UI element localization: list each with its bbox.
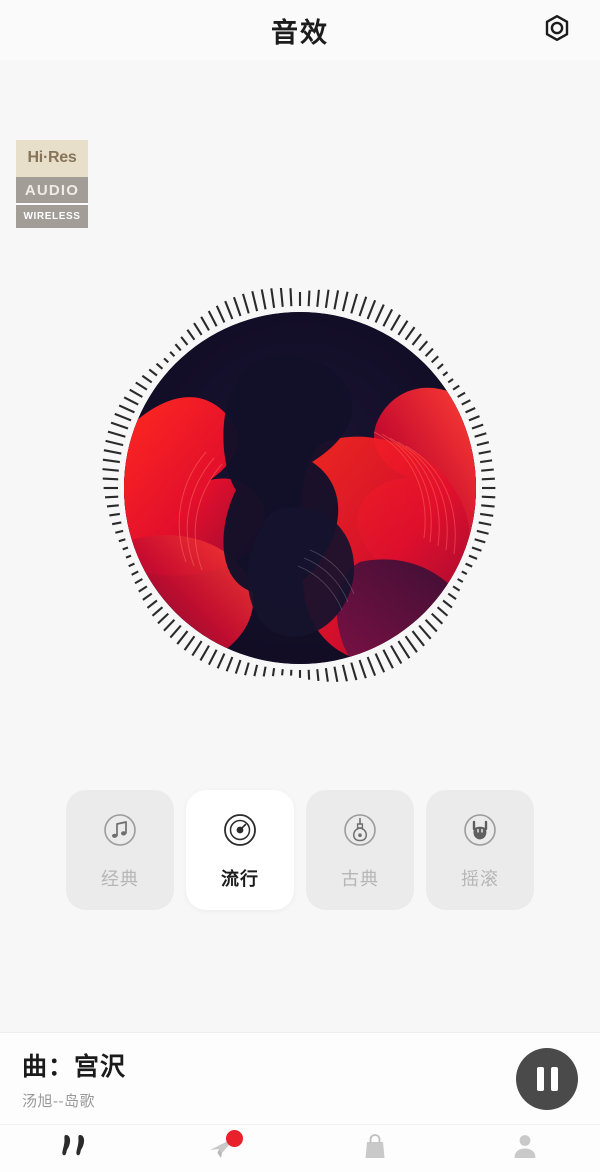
shopping-bag-icon [359,1131,391,1166]
music-note-icon [99,809,141,851]
album-disc-container[interactable] [80,288,520,688]
nav-item-store[interactable] [300,1125,450,1172]
track-info: 曲：宫沢 汤旭--岛歌 [22,1047,516,1111]
hi-res-badge-line2: AUDIO [16,176,88,204]
preset-label: 流行 [221,869,259,889]
rock-hand-icon [459,809,501,851]
nav-item-earbuds[interactable] [0,1125,150,1172]
nav-item-messages[interactable] [150,1125,300,1172]
now-playing-bar: 曲：宫沢 汤旭--岛歌 [0,1032,600,1124]
string-instrument-icon [339,809,381,851]
nav-item-profile[interactable] [450,1125,600,1172]
circular-album-art[interactable] [124,312,476,664]
preset-label: 经典 [101,869,139,889]
track-subtitle: 汤旭--岛歌 [22,1092,95,1110]
earbuds-icon [55,1131,95,1166]
track-title: 曲：宫沢 [22,1052,127,1081]
hi-res-badge-line3: WIRELESS [16,203,88,228]
hi-res-audio-badge: Hi·Res AUDIO WIRELESS [16,140,88,228]
page-title: 音效 [271,17,329,48]
app-screen: 音效 Hi·Res AUDIO WIRELESS 经典 流行 古典 摇滚 曲：宫… [0,0,600,1172]
header-bar: 音效 [0,0,600,60]
profile-person-icon [509,1131,541,1166]
content-area: Hi·Res AUDIO WIRELESS 经典 流行 古典 摇滚 [0,60,600,1062]
notification-badge [225,1130,243,1147]
preset-label: 摇滚 [461,869,499,889]
settings-button[interactable] [536,9,578,51]
pause-button[interactable] [516,1047,578,1110]
bottom-navigation [0,1124,600,1172]
preset-card-rock[interactable]: 摇滚 [426,790,534,910]
hi-res-badge-line1: Hi·Res [16,140,88,177]
preset-label: 古典 [341,869,379,889]
preset-card-pop[interactable]: 流行 [186,790,294,910]
preset-card-classical[interactable]: 古典 [306,790,414,910]
sound-preset-list: 经典 流行 古典 摇滚 [0,790,600,910]
vinyl-record-icon [219,809,261,851]
pause-icon [536,1066,544,1091]
pause-icon-bar2 [550,1066,558,1091]
hex-nut-settings-icon [542,13,572,48]
preset-card-classic-pop[interactable]: 经典 [66,790,174,910]
